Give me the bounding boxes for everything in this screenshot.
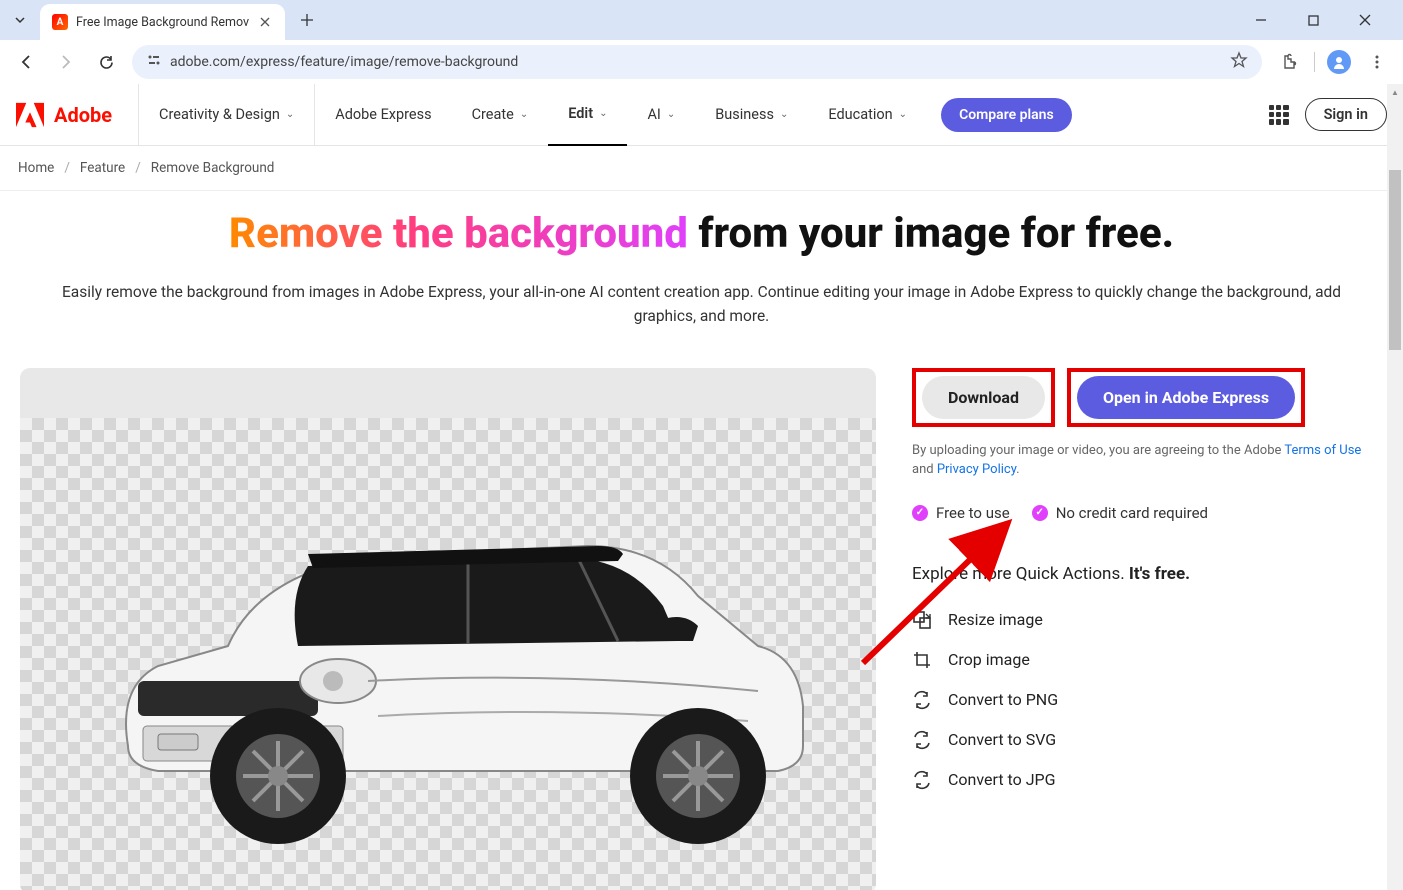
profile-icon[interactable] [1327,50,1351,74]
chevron-down-icon: ⌄ [899,109,907,120]
forward-button[interactable] [52,48,80,76]
quick-actions-list: Resize image Crop image Convert to PNG C… [912,610,1383,790]
bookmark-star-icon[interactable] [1230,51,1248,73]
header-right: Sign in [1269,98,1387,131]
headline-rest: from your image for free. [688,209,1174,258]
convert-icon [912,730,932,750]
breadcrumb-feature[interactable]: Feature [80,160,125,176]
breadcrumb-current: Remove Background [151,160,275,176]
nav-express[interactable]: Adobe Express [315,84,451,146]
close-button[interactable] [1347,6,1383,34]
benefit-nocard: ✓ No credit card required [1032,504,1208,522]
address-bar[interactable]: adobe.com/express/feature/image/remove-b… [132,45,1262,79]
toolbar-divider [1314,52,1315,72]
car-image [58,446,838,866]
explore-heading: Explore more Quick Actions. It's free. [912,564,1383,584]
nav-ai[interactable]: AI ⌄ [627,84,695,146]
nav-creativity[interactable]: Creativity & Design ⌄ [139,84,314,146]
maximize-button[interactable] [1295,6,1331,34]
browser-tab[interactable]: A Free Image Background Remov [40,4,285,40]
qa-resize-image[interactable]: Resize image [912,610,1383,630]
reload-button[interactable] [92,48,120,76]
window-controls [1243,6,1395,34]
image-preview-panel [20,368,876,890]
side-panel: Download Open in Adobe Express By upload… [912,368,1383,890]
back-button[interactable] [12,48,40,76]
extensions-icon[interactable] [1274,48,1302,76]
benefit-free: ✓ Free to use [912,504,1010,522]
open-highlight: Open in Adobe Express [1067,368,1305,427]
scrollbar-thumb[interactable] [1389,170,1401,350]
open-in-express-button[interactable]: Open in Adobe Express [1077,376,1295,419]
chevron-down-icon: ⌄ [286,109,294,120]
convert-icon [912,770,932,790]
tab-title: Free Image Background Remov [76,15,249,30]
action-buttons-row: Download Open in Adobe Express [912,368,1383,427]
nav-edit[interactable]: Edit ⌄ [548,84,627,146]
scrollbar-track[interactable]: ▲ [1387,84,1403,890]
site-settings-icon[interactable] [146,52,162,72]
browser-chrome: A Free Image Background Remov [0,0,1403,84]
browser-toolbar: adobe.com/express/feature/image/remove-b… [0,40,1403,84]
download-button[interactable]: Download [922,376,1045,419]
content-row: Download Open in Adobe Express By upload… [20,368,1383,890]
chevron-down-icon: ⌄ [520,109,528,120]
new-tab-button[interactable] [293,6,321,34]
download-highlight: Download [912,368,1055,427]
page-viewport: ▲ Adobe Creativity & Design ⌄ Adobe Expr… [0,84,1403,890]
nav-create[interactable]: Create ⌄ [452,84,549,146]
qa-crop-image[interactable]: Crop image [912,650,1383,670]
convert-icon [912,690,932,710]
breadcrumb: Home / Feature / Remove Background [0,146,1403,191]
headline-gradient: Remove the background [229,209,688,258]
chevron-down-icon: ⌄ [667,109,675,120]
check-icon: ✓ [912,505,928,521]
nav-business[interactable]: Business ⌄ [695,84,808,146]
breadcrumb-separator: / [135,160,141,176]
page-title: Remove the background from your image fo… [20,209,1383,259]
tab-bar: A Free Image Background Remov [0,0,1403,40]
menu-icon[interactable] [1363,48,1391,76]
app-switcher-icon[interactable] [1269,105,1289,125]
breadcrumb-home[interactable]: Home [18,160,54,176]
qa-convert-jpg[interactable]: Convert to JPG [912,770,1383,790]
adobe-logo-text: Adobe [54,103,112,127]
main-content: Remove the background from your image fo… [0,191,1403,890]
url-text: adobe.com/express/feature/image/remove-b… [170,54,1222,70]
minimize-button[interactable] [1243,6,1279,34]
nav-education[interactable]: Education ⌄ [808,84,927,146]
compare-plans-button[interactable]: Compare plans [941,98,1072,132]
image-panel-body [20,418,876,890]
qa-convert-png[interactable]: Convert to PNG [912,690,1383,710]
tab-favicon: A [52,14,68,30]
terms-text: By uploading your image or video, you ar… [912,441,1383,480]
scrollbar-up-icon[interactable]: ▲ [1387,84,1403,100]
signin-button[interactable]: Sign in [1305,98,1387,131]
tab-search-button[interactable] [8,8,32,32]
site-header: Adobe Creativity & Design ⌄ Adobe Expres… [0,84,1403,146]
adobe-logo-icon [16,102,44,128]
breadcrumb-separator: / [64,160,70,176]
adobe-logo[interactable]: Adobe [16,102,138,128]
page-subtitle: Easily remove the background from images… [20,281,1383,328]
image-panel-header [20,368,876,418]
crop-icon [912,650,932,670]
benefits-row: ✓ Free to use ✓ No credit card required [912,504,1383,522]
resize-icon [912,610,932,630]
chevron-down-icon: ⌄ [780,109,788,120]
qa-convert-svg[interactable]: Convert to SVG [912,730,1383,750]
chevron-down-icon: ⌄ [599,108,607,119]
tab-close-icon[interactable] [257,14,273,30]
terms-of-use-link[interactable]: Terms of Use [1284,443,1361,458]
check-icon: ✓ [1032,505,1048,521]
privacy-policy-link[interactable]: Privacy Policy [937,462,1016,477]
